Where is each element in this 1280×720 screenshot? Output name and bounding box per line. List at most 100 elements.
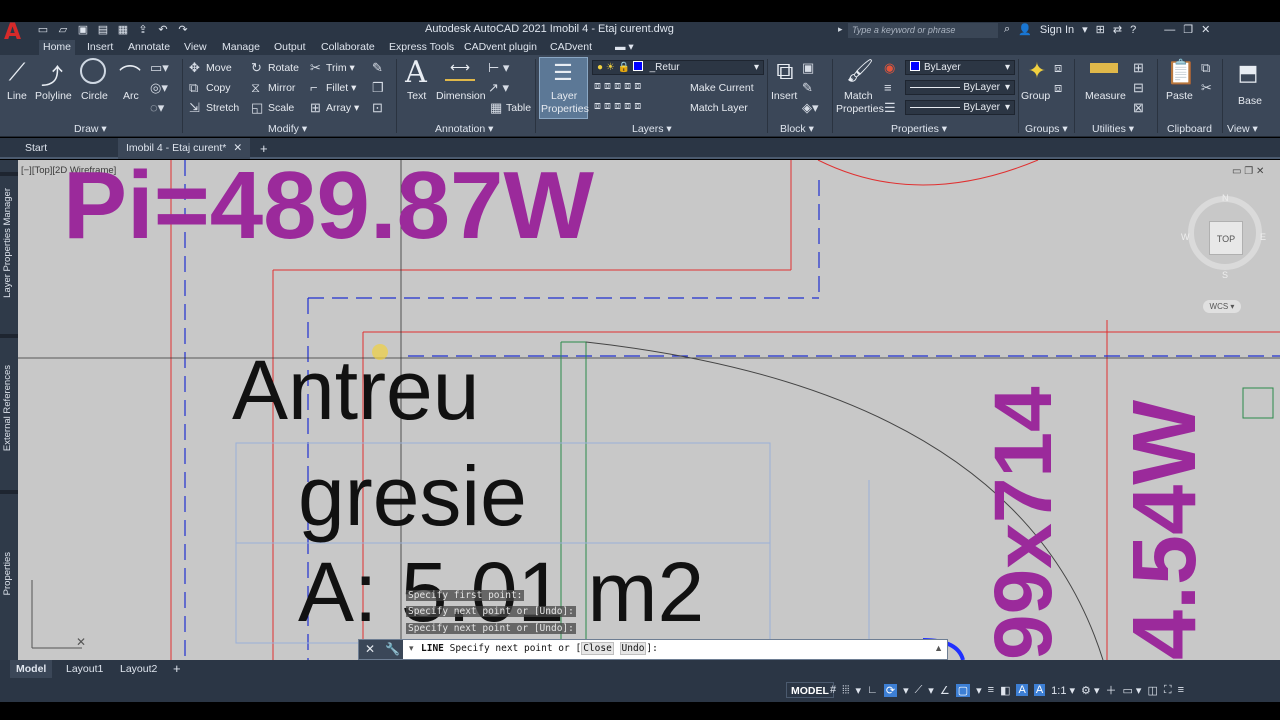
- group-edit-icon[interactable]: ⧈: [1054, 80, 1062, 96]
- drawing-canvas[interactable]: ✕ [−][Top][2D Wireframe] Pi=489.87W Antr…: [18, 160, 1280, 660]
- palette-grip[interactable]: [0, 172, 18, 176]
- rotate-button[interactable]: Rotate: [268, 62, 299, 74]
- utility-icon-1[interactable]: ⊞: [1133, 60, 1144, 76]
- object-snap-tracking-icon[interactable]: ∠: [940, 684, 950, 697]
- option-close[interactable]: Close: [581, 642, 614, 655]
- fillet-button[interactable]: Fillet ▾: [326, 82, 356, 94]
- paste-button[interactable]: Paste: [1166, 90, 1193, 102]
- chevron-down-icon[interactable]: ▾: [1082, 23, 1088, 36]
- search-expand-icon[interactable]: ▸: [838, 24, 843, 35]
- open-file-icon[interactable]: ▱: [56, 23, 70, 37]
- make-current-button[interactable]: Make Current: [690, 82, 754, 94]
- minimize-icon[interactable]: —: [1164, 24, 1175, 36]
- stretch-button[interactable]: Stretch: [206, 102, 239, 114]
- mirror-button[interactable]: Mirror: [268, 82, 295, 94]
- rectangle-icon[interactable]: ▭▾: [150, 60, 169, 76]
- sign-in-link[interactable]: Sign In: [1040, 24, 1074, 36]
- panel-title-annotation[interactable]: Annotation ▾: [435, 123, 493, 135]
- layer-tools-row-2[interactable]: ⧈ ⧈ ⧈ ⧈ ⧈: [594, 100, 641, 113]
- search-icon[interactable]: ⌕: [1004, 23, 1010, 36]
- save-icon[interactable]: ▣: [76, 23, 90, 37]
- chevron-down-icon[interactable]: ▾: [976, 684, 982, 697]
- tab-annotate[interactable]: Annotate: [128, 40, 170, 55]
- annotation-scale-auto-icon[interactable]: A: [1033, 684, 1046, 696]
- grid-icon[interactable]: #: [830, 684, 836, 696]
- rotate-icon[interactable]: ↻: [251, 60, 262, 76]
- array-button[interactable]: Array ▾: [326, 102, 359, 114]
- close-icon[interactable]: ✕: [1201, 23, 1210, 36]
- insert-block-icon[interactable]: ⧉: [772, 58, 798, 86]
- measure-button[interactable]: Measure: [1085, 90, 1126, 102]
- create-block-icon[interactable]: ▣: [802, 60, 814, 76]
- viewcube-top-face[interactable]: TOP: [1209, 221, 1243, 255]
- layer-stack-icon[interactable]: ☰: [548, 60, 578, 86]
- panel-title-groups[interactable]: Groups ▾: [1025, 123, 1068, 135]
- tab-layout1[interactable]: Layout1: [66, 660, 103, 678]
- explode-icon[interactable]: ❒: [372, 80, 384, 96]
- object-snap-icon[interactable]: ▢: [955, 683, 971, 697]
- offset-icon[interactable]: ⊡: [372, 100, 383, 116]
- trim-icon[interactable]: ✂: [310, 60, 321, 76]
- block-attribute-icon[interactable]: ◈▾: [802, 100, 819, 116]
- utility-icon-3[interactable]: ⊠: [1133, 100, 1144, 116]
- copy-icon[interactable]: ⧉: [189, 80, 198, 96]
- add-layout-button[interactable]: +: [173, 660, 181, 678]
- table-icon[interactable]: ▦: [490, 100, 502, 116]
- layer-tools-row-1[interactable]: ⧈ ⧈ ⧈ ⧈ ⧈: [594, 80, 641, 93]
- undo-icon[interactable]: ↶: [156, 23, 170, 37]
- chevron-down-icon[interactable]: ▾: [903, 684, 909, 697]
- match-properties-label[interactable]: Match: [844, 90, 873, 102]
- customization-menu-icon[interactable]: ≡: [1178, 684, 1184, 696]
- palette-layer-properties-manager[interactable]: Layer Properties Manager: [2, 188, 13, 298]
- linetype-dropdown[interactable]: ByLayer ▾: [905, 80, 1015, 95]
- circle-icon[interactable]: [80, 58, 106, 84]
- match-properties-icon[interactable]: 🖌: [846, 58, 874, 84]
- group-icon[interactable]: ✦: [1024, 58, 1050, 84]
- arc-icon[interactable]: ⌒: [118, 59, 142, 91]
- polyline-icon[interactable]: ⤴: [40, 59, 64, 91]
- tab-home[interactable]: Home: [39, 40, 76, 55]
- command-line[interactable]: ✕ 🔧 ▾ LINE Specify next point or [Close …: [358, 639, 948, 660]
- paste-icon[interactable]: 📋: [1166, 58, 1196, 87]
- copy-clip-icon[interactable]: ⧉: [1201, 60, 1210, 76]
- panel-title-layers[interactable]: Layers ▾: [632, 123, 672, 135]
- utility-icon-2[interactable]: ⊟: [1133, 80, 1144, 96]
- match-properties-label-2[interactable]: Properties: [836, 103, 884, 115]
- stretch-icon[interactable]: ⇲: [189, 100, 200, 116]
- tab-model[interactable]: Model: [10, 660, 53, 678]
- palette-properties[interactable]: Properties: [2, 552, 13, 595]
- power-vertical-text[interactable]: 4.54W: [1115, 320, 1215, 660]
- annotation-scale[interactable]: 1:1 ▾: [1051, 684, 1075, 697]
- tab-insert[interactable]: Insert: [87, 40, 113, 55]
- panel-title-clipboard[interactable]: Clipboard: [1167, 123, 1212, 135]
- group-button[interactable]: Group: [1021, 90, 1050, 102]
- copy-button[interactable]: Copy: [206, 82, 231, 94]
- isolate-objects-icon[interactable]: ◫: [1147, 684, 1157, 697]
- trim-button[interactable]: Trim ▾: [326, 62, 355, 74]
- tab-drawing[interactable]: Imobil 4 - Etaj curent* ✕: [118, 138, 251, 159]
- save-as-icon[interactable]: ▤: [96, 23, 110, 37]
- panel-title-block[interactable]: Block ▾: [780, 123, 814, 135]
- measure-icon[interactable]: [1090, 63, 1118, 73]
- print-icon[interactable]: ▦: [116, 23, 130, 37]
- wcs-menu[interactable]: WCS ▾: [1203, 300, 1241, 313]
- ungroup-icon[interactable]: ⧈: [1054, 60, 1062, 76]
- panel-title-view[interactable]: View ▾: [1227, 123, 1258, 135]
- restore-icon[interactable]: ❐: [1183, 23, 1193, 36]
- leader-icon[interactable]: ↗ ▾: [488, 80, 509, 96]
- fillet-icon[interactable]: ⌐: [310, 80, 318, 95]
- array-icon[interactable]: ⊞: [310, 100, 321, 116]
- help-icon[interactable]: ?: [1130, 24, 1136, 36]
- new-file-icon[interactable]: ▭: [36, 23, 50, 37]
- user-icon[interactable]: 👤: [1018, 23, 1032, 36]
- close-command-icon[interactable]: ✕: [365, 640, 375, 659]
- ortho-icon[interactable]: ∟: [867, 684, 878, 696]
- dimension-icon[interactable]: ⟷: [445, 59, 475, 81]
- dimension-vertical-text[interactable]: 99x714: [978, 320, 1069, 660]
- panel-title-properties[interactable]: Properties ▾: [891, 123, 947, 135]
- viewport-window-controls[interactable]: ▭ ❐ ✕: [1232, 166, 1264, 177]
- power-label-top[interactable]: Pi=489.87W: [63, 160, 594, 254]
- insert-button[interactable]: Insert: [771, 90, 797, 102]
- customize-command-icon[interactable]: 🔧: [385, 640, 400, 659]
- lineweight-toggle-icon[interactable]: ≡: [988, 684, 994, 696]
